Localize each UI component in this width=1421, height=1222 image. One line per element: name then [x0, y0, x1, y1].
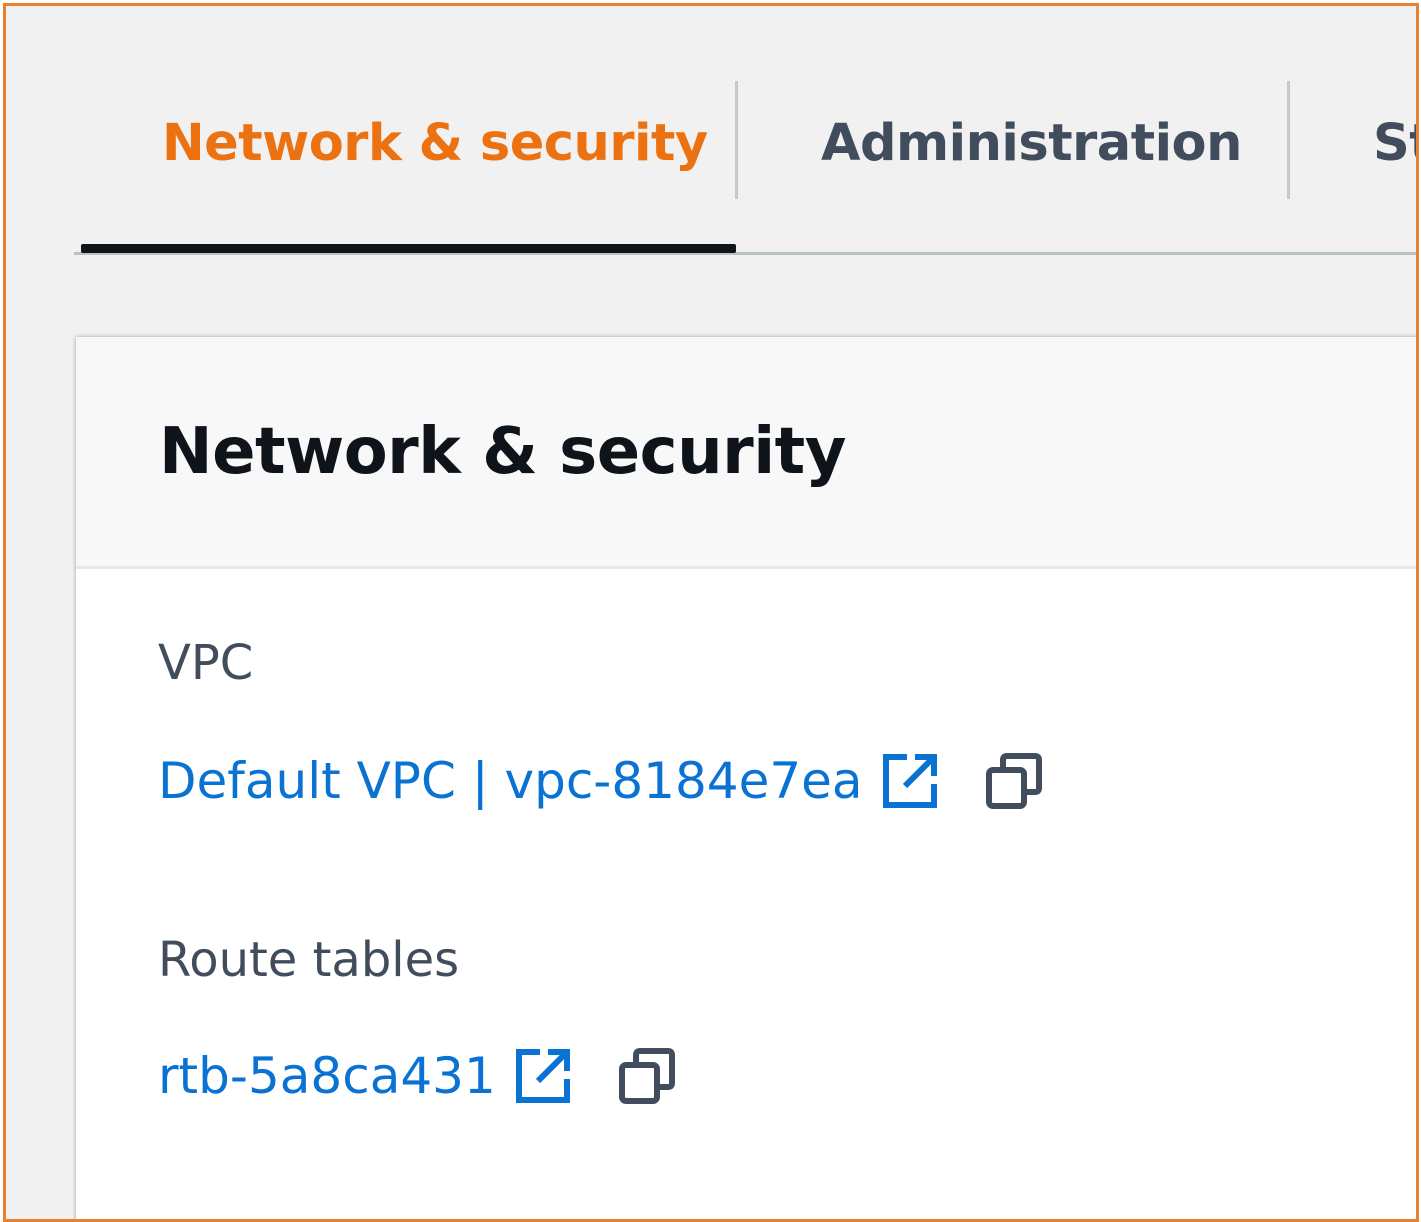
copy-icon[interactable] — [985, 752, 1043, 810]
active-tab-indicator — [81, 244, 736, 253]
panel-title: Network & security — [159, 415, 846, 489]
vpc-value-row: Default VPC | vpc-8184e7ea — [158, 752, 1043, 810]
tab-network-security[interactable]: Network & security — [162, 114, 708, 173]
tab-divider — [1287, 81, 1290, 199]
panel-header: Network & security — [76, 337, 1416, 569]
network-security-panel: Network & security VPC Default VPC | vpc… — [76, 337, 1416, 1219]
vpc-link[interactable]: Default VPC | vpc-8184e7ea — [158, 752, 863, 810]
vpc-label: VPC — [158, 635, 254, 691]
tab-storage-partial[interactable]: St — [1373, 114, 1416, 173]
route-tables-label: Route tables — [158, 932, 460, 988]
copy-icon[interactable] — [618, 1047, 676, 1105]
tab-divider — [735, 81, 738, 199]
external-link-icon[interactable] — [514, 1047, 572, 1105]
route-tables-value-row: rtb-5a8ca431 — [158, 1047, 676, 1105]
tab-administration[interactable]: Administration — [821, 114, 1242, 173]
screenshot-frame: Network & security Administration St Net… — [3, 3, 1419, 1222]
route-table-link[interactable]: rtb-5a8ca431 — [158, 1047, 496, 1105]
tab-bar: Network & security Administration St — [6, 6, 1416, 266]
external-link-icon[interactable] — [881, 752, 939, 810]
